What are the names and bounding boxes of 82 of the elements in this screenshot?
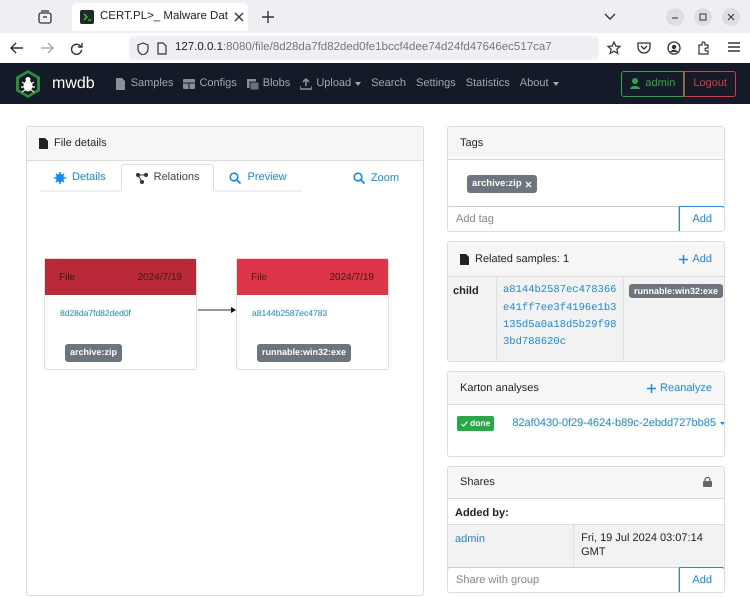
search-icon: [352, 172, 365, 184]
lock-icon: [703, 477, 712, 488]
gear-icon: [54, 172, 66, 184]
card-title: Related samples: 1: [475, 252, 570, 267]
url-text: 127.0.0.1:8080/file/8d28da7fd82ded0fe1bccf4dee74d24fd47646ec517ca7: [175, 40, 552, 56]
card-title: Shares: [460, 475, 495, 490]
node-type: File: [251, 270, 268, 284]
tab-list-icon[interactable]: [38, 10, 52, 24]
page-icon: [157, 42, 167, 54]
tab-title: CERT.PL>_ Malware Dat: [100, 8, 228, 24]
plus-icon: [647, 384, 656, 393]
sample-tag[interactable]: runnable:win32:exe: [629, 284, 724, 298]
node-tag[interactable]: runnable:win32:exe: [257, 344, 352, 362]
reanalyze-link[interactable]: Reanalyze: [647, 380, 712, 396]
user-link[interactable]: admin: [455, 532, 485, 545]
tab[interactable]: Relations: [120, 164, 214, 192]
zoom-link[interactable]: Zoom: [352, 164, 411, 192]
card-title: Tags: [460, 136, 484, 151]
menu-icon[interactable]: [727, 41, 741, 53]
graph-node[interactable]: File 2024/7/19 8d28da7fd82ded0f archive:zip: [44, 258, 197, 370]
add-link[interactable]: Add: [679, 251, 712, 268]
card-title: Karton analyses: [460, 381, 539, 396]
plus-icon[interactable]: [262, 10, 274, 22]
reload-icon[interactable]: [70, 42, 83, 54]
text-input[interactable]: Add tag: [448, 206, 680, 232]
node-tag[interactable]: archive:zip: [65, 344, 122, 362]
nav-link[interactable]: Blobs: [246, 75, 290, 92]
back-arrow-icon[interactable]: [10, 42, 24, 54]
brand-name[interactable]: mwdb: [52, 72, 95, 96]
node-hash-link[interactable]: a8144b2587ec4783: [252, 307, 328, 320]
address-bar[interactable]: 127.0.0.1:8080/file/8d28da7fd82ded0fe1bccf4dee74d24fd47646ec517ca7: [129, 36, 599, 60]
star-icon[interactable]: [607, 41, 621, 55]
documents-icon: [246, 78, 259, 90]
shield-icon: [137, 42, 149, 54]
search-icon: [229, 172, 242, 184]
relation-label: child: [448, 277, 497, 362]
account-icon[interactable]: [667, 41, 681, 55]
pocket-icon[interactable]: [637, 41, 651, 54]
analysis-link[interactable]: 82af0430-0f29-4624-b89c-2ebdd727bb85: [512, 415, 724, 432]
maximize-icon[interactable]: [694, 8, 712, 26]
table-icon: [183, 78, 196, 90]
check-icon: [461, 420, 468, 426]
close-icon[interactable]: [234, 12, 244, 22]
close-icon[interactable]: [722, 8, 740, 26]
nav-link[interactable]: Upload: [300, 75, 362, 92]
bug-logo-icon: [14, 70, 42, 98]
nav-link[interactable]: Search: [371, 75, 406, 92]
add-button[interactable]: Add: [679, 206, 724, 232]
terminal-icon: [80, 10, 94, 24]
logout-button[interactable]: Logout: [684, 70, 736, 96]
share-date: Fri, 19 Jul 2024 03:07:14 GMT: [580, 530, 704, 560]
tag-chip[interactable]: archive:zip: [467, 175, 537, 194]
network-icon: [136, 172, 148, 184]
user-icon: [630, 78, 640, 89]
tab[interactable]: Preview: [214, 164, 302, 192]
text-input[interactable]: Share with group: [448, 566, 680, 592]
sample-hash-link[interactable]: a8144b2587ec478366e41ff7ee3f4196e1b3135d5a0a18d5b29f983bd788620c: [503, 282, 617, 352]
user-button[interactable]: admin: [621, 70, 684, 96]
nav-link[interactable]: About: [520, 75, 559, 92]
graph-node[interactable]: File 2024/7/19 a8144b2587ec4783 runnable:win32:exe: [236, 258, 389, 370]
node-hash-link[interactable]: 8d28da7fd82ded0f: [60, 307, 131, 320]
nav-link[interactable]: Statistics: [466, 75, 510, 92]
file-icon: [39, 138, 48, 149]
node-date: 2024/7/19: [138, 270, 182, 284]
card-title: File details: [54, 136, 107, 152]
tab[interactable]: Details: [39, 164, 121, 192]
node-date: 2024/7/19: [330, 270, 374, 284]
nav-link[interactable]: Samples: [114, 75, 174, 92]
browser-tab[interactable]: CERT.PL>_ Malware Dat: [72, 2, 248, 30]
chevron-down-icon[interactable]: [604, 12, 616, 20]
file-icon: [114, 78, 127, 90]
add-button[interactable]: Add: [679, 566, 724, 592]
upload-icon: [300, 78, 312, 90]
nav-link[interactable]: Configs: [183, 75, 237, 92]
puzzle-icon[interactable]: [697, 41, 711, 55]
edge-arrow: [198, 307, 236, 313]
file-icon: [460, 254, 469, 265]
plus-icon: [679, 254, 688, 264]
node-type: File: [59, 270, 76, 284]
nav-link[interactable]: Settings: [416, 75, 456, 92]
caret-icon: [720, 422, 724, 425]
status-badge: done: [457, 416, 494, 431]
